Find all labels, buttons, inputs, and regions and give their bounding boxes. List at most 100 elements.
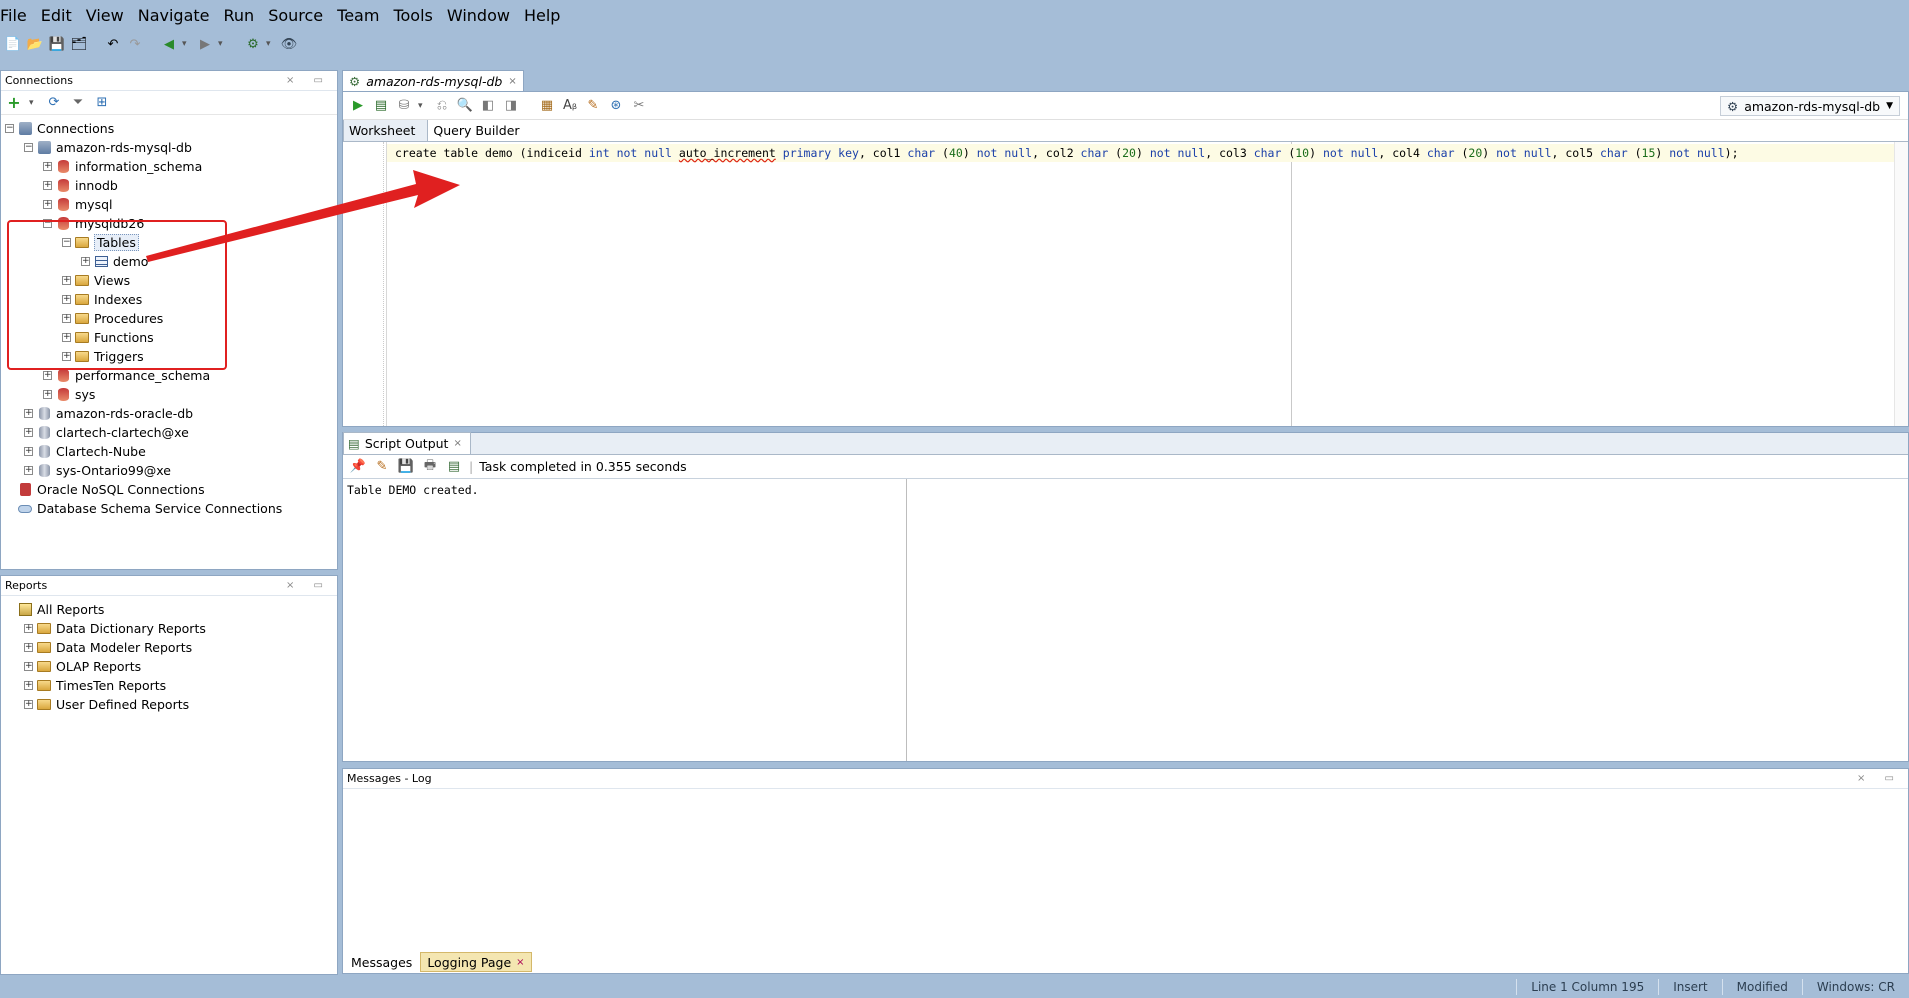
worksheet-document-tab[interactable]: ⚙ amazon-rds-mysql-db × xyxy=(342,70,524,92)
run-statement-icon[interactable]: ▶ xyxy=(349,97,367,115)
tab-query-builder[interactable]: Query Builder xyxy=(428,119,531,141)
add-connection-icon[interactable]: + xyxy=(5,93,23,112)
buffer-icon[interactable]: ▤ xyxy=(445,458,463,476)
menu-edit[interactable]: Edit xyxy=(41,6,78,25)
tab-logging-page[interactable]: Logging Page × xyxy=(420,952,532,972)
code-line[interactable]: create table demo (indiceid int not null… xyxy=(387,144,1894,162)
menu-navigate[interactable]: Navigate xyxy=(138,6,216,25)
tree-item[interactable]: + innodb xyxy=(1,176,337,195)
tree-item[interactable]: − Connections xyxy=(1,119,337,138)
autotrace-icon[interactable]: ◧ xyxy=(479,97,497,115)
forward-icon[interactable]: ▶ xyxy=(196,35,214,53)
eraser-icon[interactable]: ✎ xyxy=(584,97,602,115)
eraser-icon[interactable]: ✎ xyxy=(373,458,391,476)
forward-dropdown-icon[interactable]: ▾ xyxy=(218,39,228,49)
menu-tools[interactable]: Tools xyxy=(393,6,438,25)
panel-controls-icon[interactable]: × ▭ xyxy=(286,580,331,591)
script-output-tab[interactable]: ▤ Script Output × xyxy=(343,432,471,454)
run-script-icon[interactable]: ▤ xyxy=(372,97,390,115)
menu-source[interactable]: Source xyxy=(268,6,329,25)
commit-icon[interactable]: ⛁ xyxy=(395,97,413,115)
expand-icon[interactable]: + xyxy=(43,200,52,209)
panel-controls-icon[interactable]: × ▭ xyxy=(1857,773,1902,784)
sql-dropdown-icon[interactable]: ▾ xyxy=(266,39,276,49)
tree-item[interactable]: + User Defined Reports xyxy=(1,695,337,714)
tree-item[interactable]: Database Schema Service Connections xyxy=(1,499,337,518)
expand-icon[interactable]: + xyxy=(24,624,33,633)
menu-view[interactable]: View xyxy=(86,6,130,25)
format-icon[interactable]: Aᵦ xyxy=(561,97,579,115)
tree-item[interactable]: + clartech-clartech@xe xyxy=(1,423,337,442)
tree-item[interactable]: + amazon-rds-oracle-db xyxy=(1,404,337,423)
tree-item[interactable]: + OLAP Reports xyxy=(1,657,337,676)
close-tab-icon[interactable]: × xyxy=(453,438,461,449)
tree-item[interactable]: + Data Modeler Reports xyxy=(1,638,337,657)
back-dropdown-icon[interactable]: ▾ xyxy=(182,39,192,49)
menu-help[interactable]: Help xyxy=(524,6,566,25)
expand-icon[interactable]: + xyxy=(43,181,52,190)
expand-icon[interactable]: + xyxy=(24,643,33,652)
tree-item[interactable]: Oracle NoSQL Connections xyxy=(1,480,337,499)
tree-item[interactable]: + information_schema xyxy=(1,157,337,176)
save-icon[interactable]: 💾 xyxy=(48,35,66,53)
tools-icon[interactable]: ✂ xyxy=(630,97,648,115)
sql-icon[interactable]: ⚙ xyxy=(244,35,262,53)
expand-icon[interactable]: + xyxy=(24,662,33,671)
collapse-icon[interactable]: − xyxy=(24,143,33,152)
tree-item[interactable]: + Data Dictionary Reports xyxy=(1,619,337,638)
redo-icon[interactable]: ↷ xyxy=(126,35,144,53)
menu-window[interactable]: Window xyxy=(447,6,516,25)
tree-item[interactable]: + Clartech-Nube xyxy=(1,442,337,461)
connection-select[interactable]: ⚙ amazon-rds-mysql-db ▼ xyxy=(1719,96,1900,116)
undo-icon[interactable]: ↶ xyxy=(104,35,122,53)
tree-item[interactable]: + sys xyxy=(1,385,337,404)
save-all-icon[interactable]: 🗂 xyxy=(70,35,88,53)
editor-scrollbar[interactable] xyxy=(1894,142,1908,426)
menu-run[interactable]: Run xyxy=(224,6,261,25)
save-icon[interactable]: 💾 xyxy=(397,458,415,476)
rollback-icon[interactable]: ⎌ xyxy=(433,97,451,115)
collapse-icon[interactable]: − xyxy=(5,124,14,133)
expand-icon[interactable]: + xyxy=(24,466,33,475)
expand-icon[interactable]: + xyxy=(43,162,52,171)
tree-item[interactable]: − amazon-rds-mysql-db xyxy=(1,138,337,157)
schema-browser-icon[interactable]: ⊞ xyxy=(93,94,111,112)
script-output-body[interactable]: Table DEMO created. xyxy=(343,479,1908,761)
sql-tuning-icon[interactable]: ▦ xyxy=(538,97,556,115)
explain-plan-icon[interactable]: 🔍 xyxy=(456,97,474,115)
menu-file[interactable]: File xyxy=(0,6,33,25)
expand-icon[interactable]: + xyxy=(24,447,33,456)
tree-item[interactable]: + TimesTen Reports xyxy=(1,676,337,695)
expand-icon[interactable]: + xyxy=(24,681,33,690)
tree-item[interactable]: All Reports xyxy=(1,600,337,619)
panel-controls-icon[interactable]: × ▭ xyxy=(286,75,331,86)
print-icon[interactable]: 🖶 xyxy=(421,458,439,476)
expand-icon[interactable]: + xyxy=(24,428,33,437)
menu-team[interactable]: Team xyxy=(337,6,385,25)
pin-icon[interactable]: 📌 xyxy=(349,458,367,476)
schema-icon xyxy=(56,179,70,193)
back-icon[interactable]: ◀ xyxy=(160,35,178,53)
expand-icon[interactable]: + xyxy=(43,371,52,380)
tree-item[interactable]: + mysql xyxy=(1,195,337,214)
expand-icon[interactable]: + xyxy=(43,390,52,399)
add-connection-dropdown-icon[interactable]: ▾ xyxy=(29,98,39,108)
close-tab-icon[interactable]: × xyxy=(508,76,516,87)
code-editor[interactable]: create table demo (indiceid int not null… xyxy=(343,142,1908,426)
commit-dropdown-icon[interactable]: ▾ xyxy=(418,101,428,111)
tab-worksheet[interactable]: Worksheet xyxy=(343,119,429,141)
new-file-icon[interactable]: 📄 xyxy=(4,35,22,53)
open-folder-icon[interactable]: 📂 xyxy=(26,35,44,53)
tab-messages[interactable]: Messages xyxy=(345,952,418,972)
expand-icon[interactable]: + xyxy=(24,700,33,709)
tree-item[interactable]: + sys-Ontario99@xe xyxy=(1,461,337,480)
binoculars-icon[interactable]: 👁 xyxy=(280,35,298,53)
history-icon[interactable]: ⊛ xyxy=(607,97,625,115)
expand-icon[interactable]: + xyxy=(24,409,33,418)
clear-icon[interactable]: ◨ xyxy=(502,97,520,115)
output-split-divider[interactable] xyxy=(906,479,907,761)
close-tab-icon[interactable]: × xyxy=(516,957,524,968)
refresh-icon[interactable]: ⟳ xyxy=(45,94,63,112)
database-connection-icon xyxy=(37,141,51,155)
filter-icon[interactable]: ⏷ xyxy=(69,94,87,112)
